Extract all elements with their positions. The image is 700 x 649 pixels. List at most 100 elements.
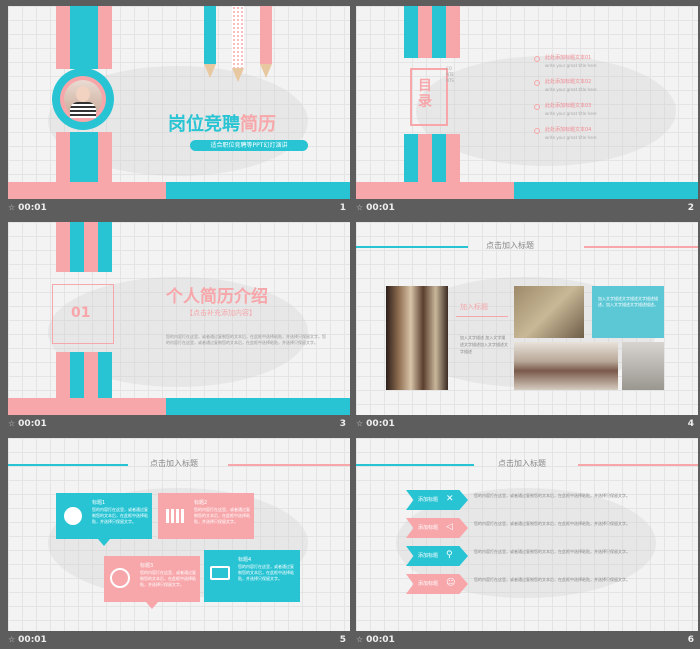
stripe (70, 222, 84, 272)
row-text: 您的内容打在这里，或者通过复制您的文本后，在此框中选择粘贴，并选择只保留文字。 (474, 493, 630, 498)
stripe (70, 6, 84, 69)
toc-item-label: 此处添加标题文本04 (545, 127, 592, 133)
pencil-icon (260, 6, 272, 64)
stripe (418, 134, 432, 182)
stripe (70, 352, 84, 398)
card-body: 您的内容打在这里，或者通过复制您的文本后，在此框中选择粘贴，并选择只保留文字。 (194, 507, 250, 524)
avatar-ring (52, 68, 114, 130)
footer-bar (166, 182, 350, 199)
toc-title: 目录 (418, 78, 432, 110)
header-rule (228, 464, 350, 466)
stripe (84, 132, 98, 182)
info-card-4[interactable]: 标题4 您的内容打在这里，或者通过复制您的文本后，在此框中选择粘贴，并选择只保留… (204, 550, 300, 602)
slide-timing: 00:01 (8, 635, 47, 645)
slide-title: 个人简历介绍 (166, 287, 268, 307)
footer-bar (514, 182, 698, 199)
bullet-icon (534, 56, 540, 62)
desk-photo (622, 342, 664, 390)
slide-header: 点击加入标题 (498, 459, 546, 468)
slide-meta-3: 00:01 3 (8, 417, 350, 433)
slide-thumbnail-4[interactable]: 点击加入标题 加入标题 加入文字描述 加入文字描述文字描述加入文字描述文字描述 … (356, 222, 698, 415)
slide-number: 5 (339, 635, 346, 645)
card-text: 加入文字描述文字描述文字描述描述。加入文字描述文字描述描述。 (598, 296, 658, 307)
card-title: 标题3 (140, 563, 154, 569)
slide-thumbnail-1[interactable]: 岗位竞聘简历 适合职位竞聘等PPT幻灯演讲 (8, 6, 350, 199)
megaphone-icon: ◁ (446, 522, 453, 532)
slide-meta-4: 00:01 4 (356, 417, 698, 433)
slide-timing: 00:01 (356, 419, 395, 429)
row-tag-3[interactable]: 添加标题 ⚲ (406, 546, 468, 566)
slide-header: 点击加入标题 (486, 241, 534, 250)
pencil-tip (260, 64, 272, 78)
slide-number: 4 (687, 419, 694, 429)
slide-number: 2 (687, 203, 694, 213)
body-text: 您的内容打在这里，或者通过复制您的文本后，在此框中选择粘贴，并选择只保留文字。您… (166, 334, 326, 345)
slide-meta-2: 00:01 2 (356, 201, 698, 217)
slide-number: 1 (339, 203, 346, 213)
slide-thumbnail-5[interactable]: 点击加入标题 标题1 您的内容打在这里，或者通过复制您的文本后，在此框中选择粘贴… (8, 438, 350, 631)
globe-icon (64, 507, 82, 525)
row-tag-1[interactable]: 添加标题 ✕ (406, 490, 468, 510)
stripe (98, 222, 112, 272)
card-title: 标题4 (238, 557, 252, 563)
row-tag-label: 添加标题 (418, 581, 439, 587)
slide-thumbnail-2[interactable]: 目录 CONTENTS 此处添加标题文本01 write your great … (356, 6, 698, 199)
library-photo (386, 286, 448, 390)
stripe (98, 6, 112, 69)
runner-icon: ⚲ (446, 550, 453, 560)
bullet-icon (534, 80, 540, 86)
card-body: 您的内容打在这里，或者通过复制您的文本后，在此框中选择粘贴，并选择只保留文字。 (238, 564, 294, 581)
section-number: 01 (71, 305, 91, 321)
slide-subtitle: 【点击补充添加内容】 (186, 309, 256, 317)
header-rule (578, 464, 698, 466)
card-body: 您的内容打在这里，或者通过复制您的文本后，在此框中选择粘贴，并选择只保留文字。 (92, 507, 148, 524)
stripe (98, 352, 112, 398)
stripe (84, 6, 98, 69)
bar-chart-icon (166, 509, 184, 523)
stripe (56, 6, 70, 69)
books-photo (514, 342, 618, 390)
row-tag-label: 添加标题 (418, 497, 439, 503)
info-card-2[interactable]: 标题2 您的内容打在这里，或者通过复制您的文本后，在此框中选择粘贴，并选择只保留… (158, 493, 254, 539)
row-tag-label: 添加标题 (418, 525, 439, 531)
slide-thumbnail-6[interactable]: 点击加入标题 添加标题 ✕ 您的内容打在这里，或者通过复制您的文本后，在此框中选… (356, 438, 698, 631)
slide-meta-1: 00:01 1 (8, 201, 350, 217)
row-tag-label: 添加标题 (418, 553, 439, 559)
info-card-3[interactable]: 标题3 您的内容打在这里，或者通过复制您的文本后，在此框中选择粘贴，并选择只保留… (104, 556, 200, 609)
stripe (98, 132, 112, 182)
toc-en-label: CONTENTS (446, 66, 454, 83)
row-tag-2[interactable]: 添加标题 ◁ (406, 518, 468, 538)
slide-timing: 00:01 (356, 635, 395, 645)
stripe (56, 222, 70, 272)
footer-bar (8, 182, 166, 199)
slide-timing: 00:01 (8, 203, 47, 213)
row-tag-4[interactable]: 添加标题 ☺ (406, 574, 468, 594)
toc-item-sub: write your great title here (545, 111, 597, 116)
row-text: 您的内容打在这里，或者通过复制您的文本后，在此框中选择粘贴，并选择只保留文字。 (474, 549, 630, 554)
footer-bar (166, 398, 350, 415)
title-part-b: 简历 (240, 114, 276, 135)
avatar-shirt (70, 102, 96, 118)
stripe (84, 352, 98, 398)
row-text: 您的内容打在这里，或者通过复制您的文本后，在此框中选择粘贴，并选择只保留文字。 (474, 521, 630, 526)
caption-rule (456, 316, 508, 317)
header-rule (584, 246, 698, 248)
info-card-1[interactable]: 标题1 您的内容打在这里，或者通过复制您的文本后，在此框中选择粘贴，并选择只保留… (56, 493, 152, 546)
stripe (84, 222, 98, 272)
slide-thumbnail-3[interactable]: 01 个人简历介绍 【点击补充添加内容】 您的内容打在这里，或者通过复制您的文本… (8, 222, 350, 415)
slide-header: 点击加入标题 (150, 459, 198, 468)
header-rule (8, 464, 128, 466)
card-body: 您的内容打在这里，或者通过复制您的文本后，在此框中选择粘贴，并选择只保留文字。 (140, 570, 196, 587)
stripe (418, 6, 432, 58)
footer-bar (8, 398, 166, 415)
slide-meta-5: 00:01 5 (8, 633, 350, 649)
bullet-icon (534, 128, 540, 134)
stripe (446, 134, 460, 182)
title-part-a: 岗位竞聘 (168, 114, 240, 135)
gears-icon (110, 568, 130, 588)
stripe (446, 6, 460, 58)
header-rule (356, 464, 474, 466)
caption-body: 加入文字描述 加入文字描述文字描述加入文字描述文字描述 (460, 335, 508, 354)
avatar-face (76, 86, 90, 102)
slide-number: 6 (687, 635, 694, 645)
